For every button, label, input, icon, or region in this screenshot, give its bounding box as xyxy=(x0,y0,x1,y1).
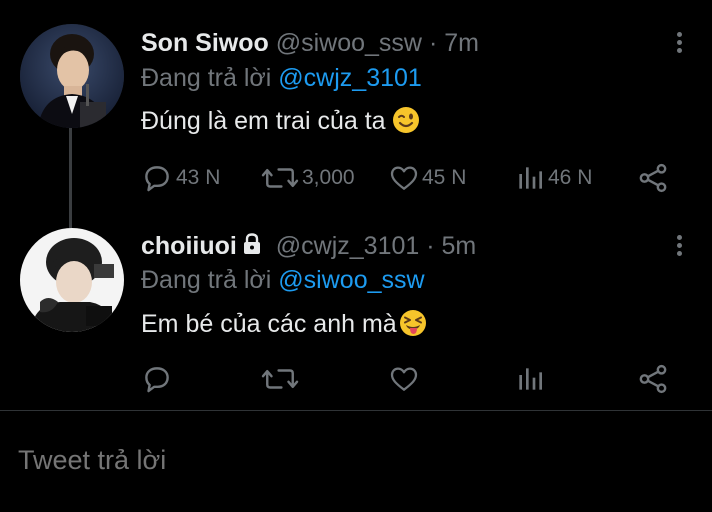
timestamp[interactable]: 5m xyxy=(442,232,477,260)
like-count: 45 N xyxy=(422,166,467,189)
heart-icon xyxy=(390,367,418,391)
replying-to-label: Đang trả lời xyxy=(141,266,272,294)
reply-button[interactable]: 43 N xyxy=(140,161,220,195)
lock-icon xyxy=(241,232,263,263)
replying-to: Đang trả lời @siwoo_ssw xyxy=(141,265,425,295)
share-nodes-icon xyxy=(639,163,667,193)
avatar-image xyxy=(20,24,124,128)
replying-to: Đang trả lời @cwjz_3101 xyxy=(141,63,422,93)
mention-link[interactable]: @cwjz_3101 xyxy=(278,64,422,92)
winking-face-emoji-icon xyxy=(392,106,420,141)
reply-tweet-input[interactable] xyxy=(16,439,700,481)
like-button[interactable]: 45 N xyxy=(388,161,466,195)
separator-dot: · xyxy=(428,29,438,57)
views-button[interactable] xyxy=(514,362,548,396)
tweet-text-content: Đúng là em trai của ta xyxy=(141,107,386,135)
mention-link[interactable]: @siwoo_ssw xyxy=(278,266,424,294)
timestamp[interactable]: 7m xyxy=(444,29,479,57)
tweet-text: Em bé của các anh mà xyxy=(141,309,427,344)
reply-button[interactable] xyxy=(140,362,176,396)
separator-dot: · xyxy=(426,232,435,260)
avatar[interactable] xyxy=(20,24,124,128)
share-button[interactable] xyxy=(636,362,670,396)
tweet-thread-page: Son Siwoo @siwoo_ssw · 7m Đang trả lời @… xyxy=(0,0,712,512)
views-button[interactable]: 46 N xyxy=(514,161,592,195)
display-name[interactable]: choiiuoi xyxy=(141,232,237,260)
tweet-text: Đúng là em trai của ta xyxy=(141,106,420,141)
replying-to-label: Đang trả lời xyxy=(141,64,272,92)
like-button[interactable] xyxy=(388,362,422,396)
more-options-icon[interactable] xyxy=(672,232,686,262)
retweet-button[interactable]: 3,000 xyxy=(260,161,355,195)
user-handle[interactable]: @cwjz_3101 xyxy=(276,232,420,260)
share-nodes-icon xyxy=(639,364,667,394)
retweet-count: 3,000 xyxy=(302,166,355,189)
share-button[interactable] xyxy=(636,161,670,195)
retweet-button[interactable] xyxy=(260,362,302,396)
speech-bubble-icon xyxy=(145,166,169,192)
reply-count: 43 N xyxy=(176,166,221,189)
avatar-image xyxy=(20,228,124,332)
speech-bubble-icon xyxy=(145,367,169,393)
user-handle[interactable]: @siwoo_ssw xyxy=(276,29,422,57)
tweet-text-content: Em bé của các anh mà xyxy=(141,310,397,338)
tweet-actions: 43 N 3,000 45 N 46 N xyxy=(140,161,680,195)
tweet-header: Son Siwoo @siwoo_ssw · 7m xyxy=(141,28,479,58)
heart-icon xyxy=(390,166,418,190)
bar-chart-icon xyxy=(519,368,542,390)
tweet-header: choiiuoi @cwjz_3101 · 5m xyxy=(141,231,476,263)
reply-composer xyxy=(0,411,712,512)
more-options-icon[interactable] xyxy=(672,29,686,59)
thread-connector-line xyxy=(69,128,72,228)
retweet-arrows-icon xyxy=(261,168,299,188)
tweet-actions xyxy=(140,362,680,396)
bar-chart-icon xyxy=(519,167,542,189)
view-count: 46 N xyxy=(548,166,593,189)
retweet-arrows-icon xyxy=(261,369,299,389)
avatar[interactable] xyxy=(20,228,124,332)
display-name[interactable]: Son Siwoo xyxy=(141,29,269,57)
squinting-face-with-tongue-emoji-icon xyxy=(399,309,427,344)
